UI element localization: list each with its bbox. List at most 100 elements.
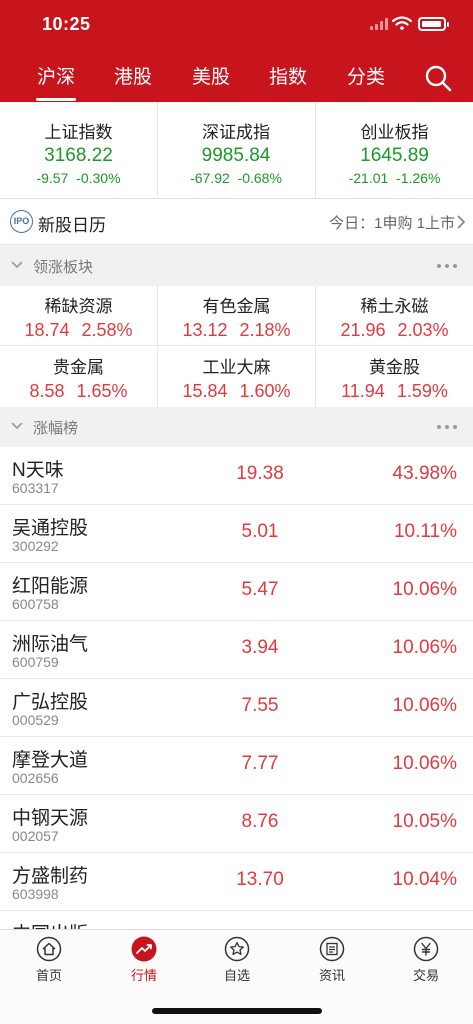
chevron-right-icon (457, 215, 465, 229)
section-title: 涨幅榜 (33, 420, 79, 437)
nav-market[interactable]: 行情 (109, 936, 179, 984)
index-name: 上证指数 (44, 123, 113, 142)
yuan-trade-icon (413, 936, 439, 962)
stock-code: 300292 (12, 538, 59, 554)
stock-code: 603317 (12, 480, 59, 496)
nav-news[interactable]: 资讯 (297, 936, 367, 984)
section-header-top-gainers[interactable]: 涨幅榜 (0, 407, 473, 447)
market-trend-icon (131, 936, 157, 962)
table-row[interactable]: 广弘控股 000529 7.55 10.06% (0, 679, 473, 737)
more-icon[interactable] (437, 418, 459, 434)
home-indicator[interactable] (152, 1008, 322, 1014)
tab-index[interactable]: 指数 (258, 62, 318, 89)
stock-code: 002057 (12, 828, 59, 844)
sector-pct: 2.18% (239, 320, 291, 340)
top-gainers-list: N天味 603317 19.38 43.98% 吴通控股 300292 5.01… (0, 447, 473, 929)
status-bar: 10:25 (0, 0, 473, 50)
news-icon (319, 936, 345, 962)
tab-category[interactable]: 分类 (336, 62, 396, 89)
stock-change-pct: 10.05% (392, 811, 457, 832)
more-icon[interactable] (437, 257, 459, 273)
index-change: -67.92 (190, 170, 230, 186)
stock-code: 000529 (12, 712, 59, 728)
index-change: -9.57 (36, 170, 69, 186)
index-summary: 上证指数 3168.22 -9.57 -0.30% 深证成指 9985.84 -… (0, 102, 473, 199)
sector-pct: 2.03% (397, 320, 449, 340)
section-title: 领涨板块 (33, 259, 94, 276)
stock-price: 7.55 (241, 695, 279, 716)
nav-label: 首页 (35, 968, 62, 983)
stock-price: 5.01 (241, 521, 279, 542)
sector-cell[interactable]: 稀土永磁 21.96 2.03% (316, 286, 473, 346)
stock-name: 方盛制药 (12, 866, 89, 887)
stock-name: 中钢天源 (12, 808, 89, 829)
index-price: 9985.84 (201, 145, 271, 166)
chevron-down-icon (11, 422, 23, 429)
stock-name: 洲际油气 (12, 634, 89, 655)
stock-price: 7.77 (241, 753, 279, 774)
wifi-icon (392, 16, 412, 30)
ipo-calendar-row[interactable]: IPO 新股日历 今日：1申购 1上市 (0, 199, 473, 245)
nav-label: 自选 (223, 968, 250, 983)
table-row[interactable]: 中钢天源 002057 8.76 10.05% (0, 795, 473, 853)
index-pct: -0.68% (237, 170, 282, 186)
index-change: -21.01 (348, 170, 389, 186)
top-header: 10:25 沪深 港股 美股 指数 分类 (0, 0, 473, 102)
stock-name: 红阳能源 (12, 576, 89, 597)
signal-icon (370, 18, 388, 30)
stock-code: 002656 (12, 770, 59, 786)
stock-code: 600759 (12, 654, 59, 670)
stock-name: 广弘控股 (12, 692, 89, 713)
nav-trade[interactable]: 交易 (391, 936, 461, 984)
chevron-down-icon (11, 261, 23, 268)
sector-cell[interactable]: 贵金属 8.58 1.65% (0, 347, 158, 407)
nav-watchlist[interactable]: 自选 (202, 936, 272, 984)
sector-name: 贵金属 (53, 358, 104, 377)
sector-name: 黄金股 (369, 358, 420, 377)
stock-change-pct: 10.06% (392, 695, 457, 716)
stock-change-pct: 10.06% (392, 579, 457, 600)
index-pct: -0.30% (76, 170, 121, 186)
index-name: 深证成指 (202, 123, 270, 142)
nav-home[interactable]: 首页 (14, 936, 84, 984)
stock-price: 19.38 (236, 463, 284, 484)
table-row[interactable]: 洲际油气 600759 3.94 10.06% (0, 621, 473, 679)
sector-name: 工业大麻 (202, 358, 271, 377)
table-row[interactable]: 中国出版 (0, 911, 473, 929)
table-row[interactable]: 红阳能源 600758 5.47 10.06% (0, 563, 473, 621)
index-card-chinext[interactable]: 创业板指 1645.89 -21.01 -1.26% (315, 102, 473, 199)
table-row[interactable]: 吴通控股 300292 5.01 10.11% (0, 505, 473, 563)
sector-pct: 2.58% (81, 320, 133, 340)
nav-label: 资讯 (318, 968, 345, 983)
stock-change-pct: 43.98% (392, 463, 457, 484)
sector-cell[interactable]: 黄金股 11.94 1.59% (316, 347, 473, 407)
stock-price: 13.70 (236, 869, 284, 890)
sector-value: 11.94 (341, 381, 385, 401)
tab-us[interactable]: 美股 (181, 62, 241, 89)
sector-cell[interactable]: 工业大麻 15.84 1.60% (158, 347, 316, 407)
table-row[interactable]: N天味 603317 19.38 43.98% (0, 447, 473, 505)
table-row[interactable]: 摩登大道 002656 7.77 10.06% (0, 737, 473, 795)
stock-price: 8.76 (241, 811, 279, 832)
sector-cell[interactable]: 有色金属 13.12 2.18% (158, 286, 316, 346)
stock-name: 中国出版 (12, 919, 88, 929)
search-icon[interactable] (424, 64, 452, 92)
star-icon (224, 936, 250, 962)
stock-code: 600758 (12, 596, 59, 612)
sector-value: 18.74 (24, 320, 70, 340)
tab-hk[interactable]: 港股 (103, 62, 163, 89)
sector-name: 有色金属 (202, 297, 271, 316)
market-page: 10:25 沪深 港股 美股 指数 分类 上证指数 3168.22 -9.57 … (0, 0, 473, 1024)
index-card-shenzhen[interactable]: 深证成指 9985.84 -67.92 -0.68% (157, 102, 314, 199)
nav-label: 交易 (412, 968, 439, 983)
sector-cell[interactable]: 稀缺资源 18.74 2.58% (0, 286, 158, 346)
section-header-leading-sectors[interactable]: 领涨板块 (0, 246, 473, 286)
index-pct: -1.26% (396, 170, 441, 186)
index-name: 创业板指 (360, 123, 429, 142)
table-row[interactable]: 方盛制药 603998 13.70 10.04% (0, 853, 473, 911)
sector-name: 稀土永磁 (360, 297, 429, 316)
tab-hushen[interactable]: 沪深 (26, 62, 86, 101)
sector-value: 8.58 (29, 381, 65, 401)
index-price: 3168.22 (44, 145, 113, 166)
index-card-shanghai[interactable]: 上证指数 3168.22 -9.57 -0.30% (0, 102, 157, 199)
